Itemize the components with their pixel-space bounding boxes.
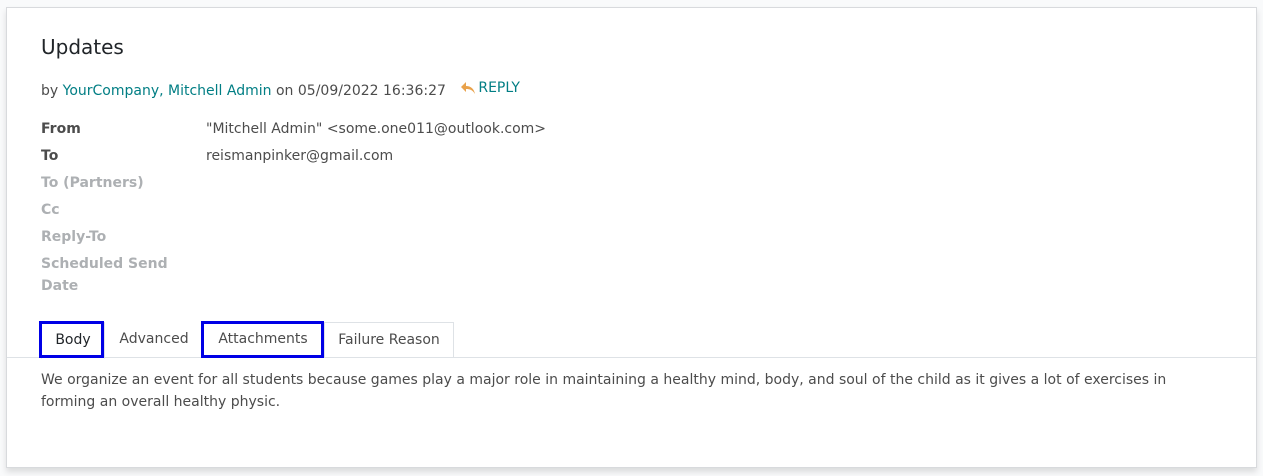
header-fields: From "Mitchell Admin" <some.one011@outlo… — [41, 118, 546, 297]
reply-button[interactable]: REPLY — [460, 79, 520, 97]
field-to-partners: To (Partners) — [41, 172, 546, 199]
mail-form-sheet: Updates by YourCompany, Mitchell Admin o… — [6, 7, 1257, 468]
from-value[interactable]: "Mitchell Admin" <some.one011@outlook.co… — [206, 118, 546, 140]
tab-attachments[interactable]: Attachments — [203, 322, 323, 358]
tab-body[interactable]: Body — [41, 322, 105, 359]
field-cc: Cc — [41, 199, 546, 226]
notebook-tabs: Body Advanced Attachments Failure Reason — [7, 322, 1256, 359]
field-label: Cc — [41, 202, 60, 218]
page-title: Updates — [41, 35, 124, 59]
tab-failure-reason[interactable]: Failure Reason — [324, 322, 454, 358]
reply-label: REPLY — [478, 80, 520, 96]
field-from: From "Mitchell Admin" <some.one011@outlo… — [41, 118, 546, 145]
field-label: To (Partners) — [41, 175, 144, 191]
field-scheduled-send-date: Scheduled Send Date — [41, 253, 546, 297]
field-label: Scheduled Send Date — [41, 256, 168, 294]
meta-datetime: 05/09/2022 16:36:27 — [297, 83, 446, 99]
meta-by: by — [41, 83, 59, 99]
message-meta: by YourCompany, Mitchell Admin on 05/09/… — [41, 79, 520, 100]
field-reply-to: Reply-To — [41, 226, 546, 253]
message-body: We organize an event for all students be… — [41, 372, 1167, 410]
field-label: Reply-To — [41, 229, 107, 245]
reply-icon — [461, 82, 476, 94]
author-link[interactable]: YourCompany, Mitchell Admin — [63, 83, 272, 99]
field-label: From — [41, 121, 81, 137]
to-value[interactable]: reismanpinker@gmail.com — [206, 145, 393, 167]
field-to: To reismanpinker@gmail.com — [41, 145, 546, 172]
tab-advanced[interactable]: Advanced — [106, 322, 202, 358]
meta-on: on — [275, 83, 294, 99]
field-label: To — [41, 148, 59, 164]
